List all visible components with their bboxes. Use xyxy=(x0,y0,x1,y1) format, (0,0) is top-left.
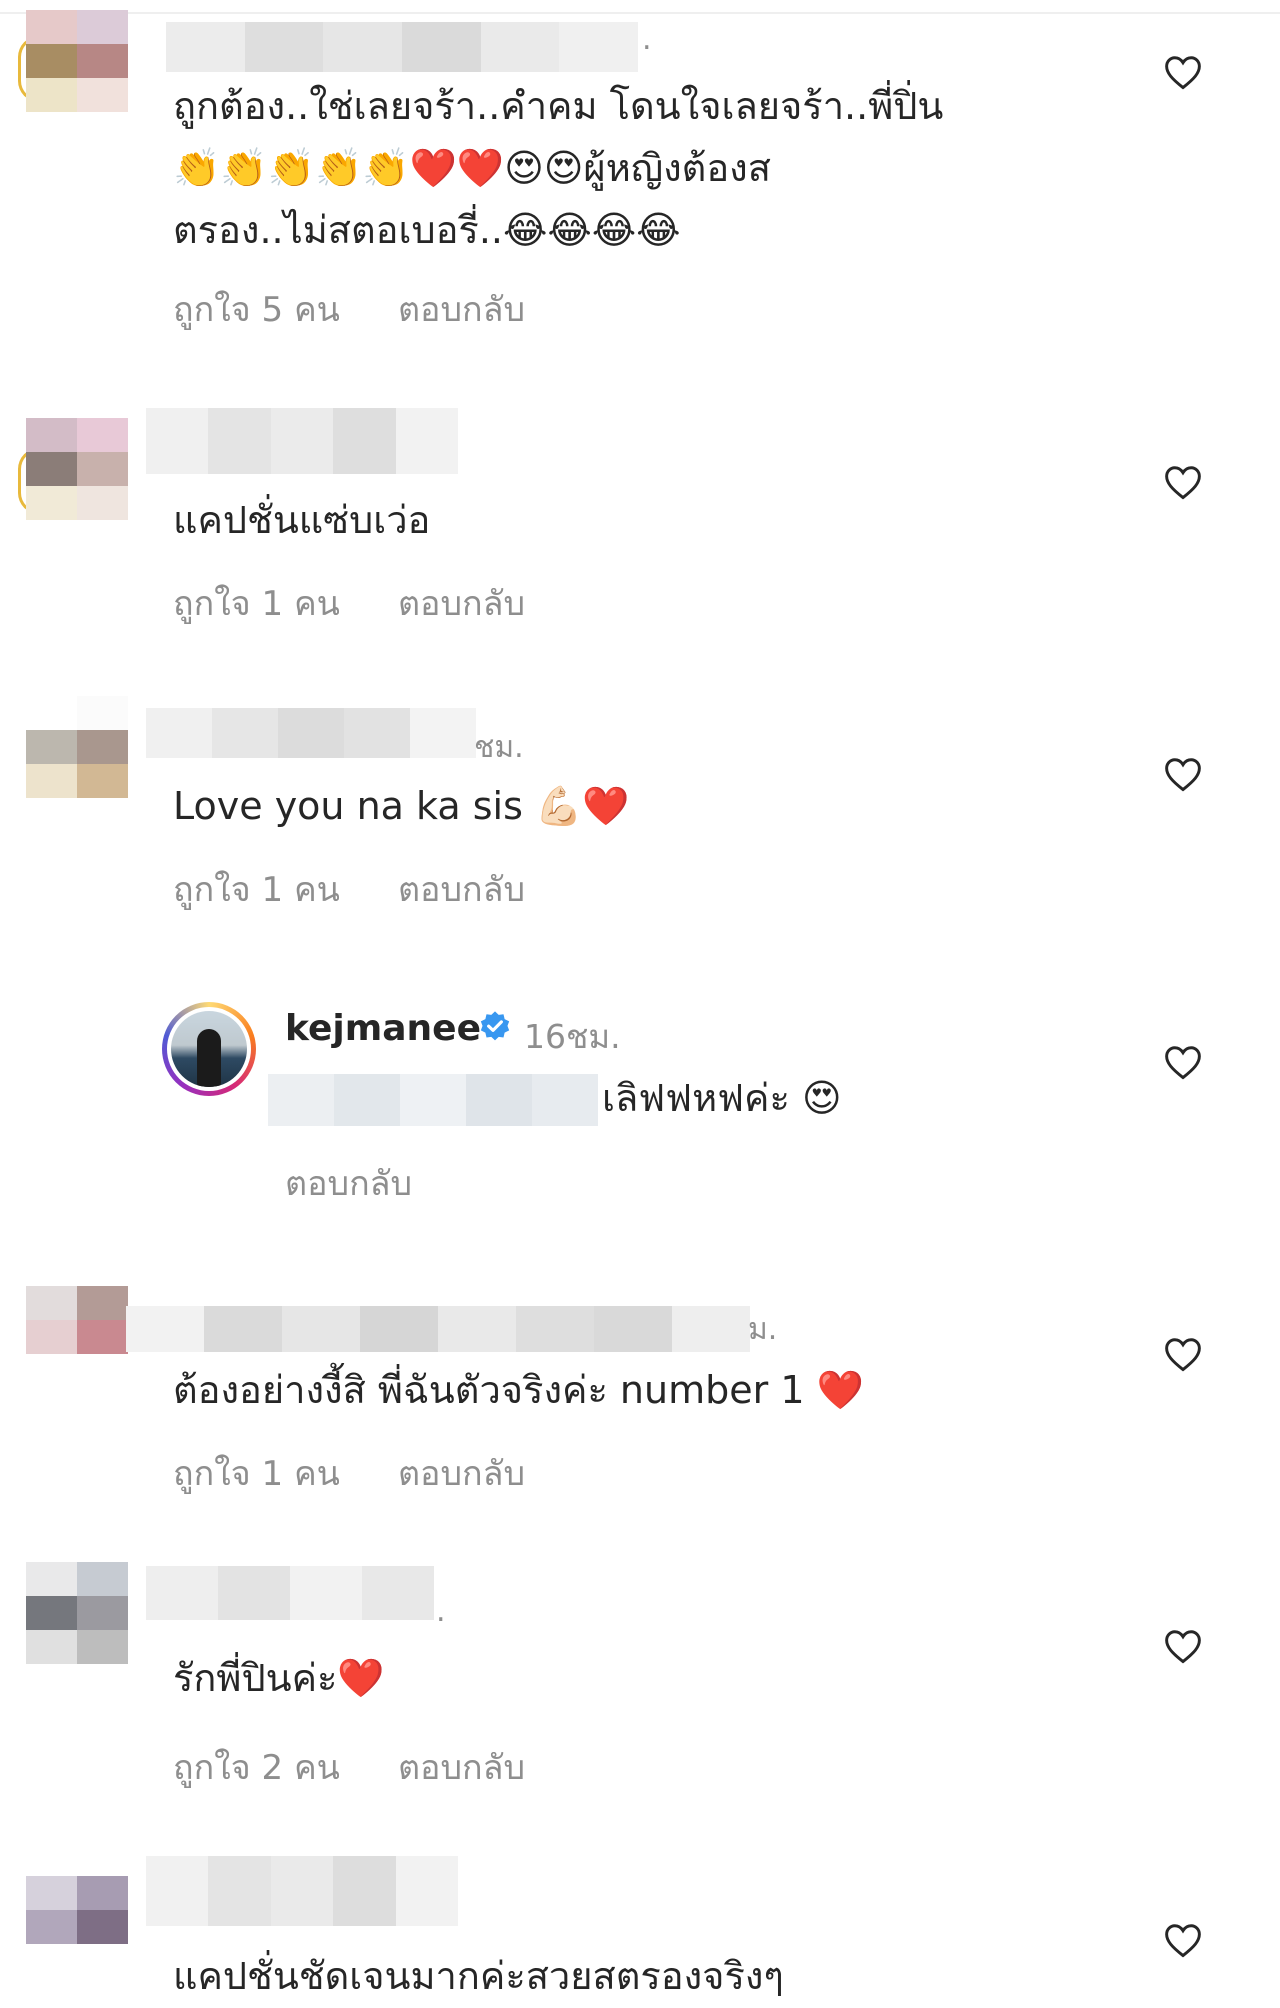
comment-text-line: ถูกต้อง..ใช่เลยจร้า..คำคม โดนใจเลยจร้า..… xyxy=(173,84,944,128)
comment-text-line: แคปชั่นแซ่บเว่อ xyxy=(173,498,431,542)
avatar[interactable] xyxy=(26,1286,128,1388)
comment-suffix: . xyxy=(436,1594,446,1629)
reply-time: 16ชม. xyxy=(524,1017,621,1056)
avatar[interactable] xyxy=(26,10,128,112)
username-blurred[interactable] xyxy=(126,1306,750,1352)
avatar[interactable] xyxy=(26,418,128,520)
comment-text-line: ตรอง..ไม่สตอเบอรี่..😂😂😂😂 xyxy=(173,208,681,252)
avatar[interactable] xyxy=(26,1876,128,1978)
heart-outline-icon[interactable] xyxy=(1163,54,1203,90)
comment-suffix: ชม. xyxy=(474,730,524,765)
heart-outline-icon[interactable] xyxy=(1163,1922,1203,1958)
likes-count[interactable]: ถูกใจ 1 คน xyxy=(173,1446,340,1500)
verified-badge-icon xyxy=(480,1011,510,1041)
heart-outline-icon[interactable] xyxy=(1163,1044,1203,1080)
reply-button[interactable]: ตอบกลับ xyxy=(398,282,525,336)
likes-count[interactable]: ถูกใจ 5 คน xyxy=(173,282,340,336)
heart-outline-icon[interactable] xyxy=(1163,464,1203,500)
reply-button[interactable]: ตอบกลับ xyxy=(285,1156,412,1210)
comment-text-line: 👏👏👏👏👏❤️❤️😍😍ผู้หญิงต้องส xyxy=(173,146,771,190)
reply-button[interactable]: ตอบกลับ xyxy=(398,862,525,916)
avatar[interactable] xyxy=(26,696,128,798)
username-blurred[interactable] xyxy=(166,22,639,72)
likes-count[interactable]: ถูกใจ 2 คน xyxy=(173,1740,340,1794)
mention-blurred[interactable] xyxy=(268,1074,598,1126)
avatar[interactable] xyxy=(26,1562,128,1664)
heart-outline-icon[interactable] xyxy=(1163,1628,1203,1664)
comment-text-line: Love you na ka sis 💪🏻❤️ xyxy=(173,784,630,828)
top-divider xyxy=(0,12,1280,14)
reply-text: เลิฟฟหฟค่ะ 😍 xyxy=(602,1076,842,1120)
heart-outline-icon[interactable] xyxy=(1163,1336,1203,1372)
username-blurred[interactable] xyxy=(146,408,459,474)
reply-button[interactable]: ตอบกลับ xyxy=(398,1446,525,1500)
owner-username[interactable]: kejmanee xyxy=(285,1008,481,1049)
comment-suffix: ม. xyxy=(748,1312,778,1347)
reply-button[interactable]: ตอบกลับ xyxy=(398,1740,525,1794)
heart-outline-icon[interactable] xyxy=(1163,756,1203,792)
comment-text-line: ต้องอย่างงี้สิ พี่ฉันตัวจริงค่ะ number 1… xyxy=(173,1368,864,1412)
username-blurred[interactable] xyxy=(146,1566,434,1620)
username-blurred[interactable] xyxy=(146,1856,459,1926)
comment-text-line: แคปชั่นชัดเจนมากค่ะสวยสตรองจริงๆ xyxy=(173,1954,784,1998)
owner-avatar[interactable] xyxy=(162,1002,256,1096)
comment-text-line: รักพี่ปินค่ะ❤️ xyxy=(173,1656,385,1700)
likes-count[interactable]: ถูกใจ 1 คน xyxy=(173,862,340,916)
comment-suffix: . xyxy=(642,22,652,57)
username-blurred[interactable] xyxy=(146,708,476,758)
likes-count[interactable]: ถูกใจ 1 คน xyxy=(173,576,340,630)
reply-button[interactable]: ตอบกลับ xyxy=(398,576,525,630)
